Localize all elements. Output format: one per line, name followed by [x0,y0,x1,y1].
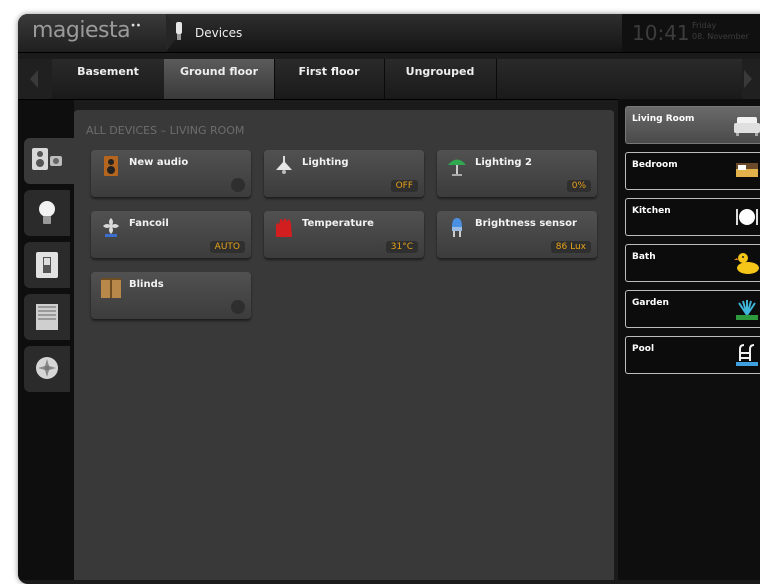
device-toggle[interactable] [231,300,245,314]
device-label: Lighting [302,157,349,168]
room-bedroom[interactable]: Bedroom [625,152,760,190]
category-blinds[interactable] [24,294,70,340]
device-status: OFF [390,180,418,192]
logo: magiesta•• [32,18,141,43]
fan-icon [103,218,119,237]
switch-icon [36,252,58,278]
room-garden[interactable]: Garden [625,290,760,328]
clock-day: Friday [692,21,717,30]
device-tile-fancoil[interactable]: Fancoil AUTO [91,211,251,258]
device-status: 0% [566,180,591,192]
room-bath[interactable]: Bath [625,244,760,282]
category-sidebar [18,100,74,580]
device-tile-temperature[interactable]: Temperature 31°C [264,211,424,258]
device-tile-blinds[interactable]: Blinds [91,272,251,319]
bulb-icon [39,201,55,224]
tab-first-floor[interactable]: First floor [274,59,385,99]
device-label: Lighting 2 [475,157,533,168]
plate-cutlery-icon [736,209,758,225]
device-tile-lighting-2[interactable]: Lighting 2 0% [437,150,597,197]
devices-panel: ALL DEVICES – LIVING ROOM New audio Ligh… [74,110,614,580]
top-bar: magiesta•• Devices 10:41 Friday 08. Nove… [18,14,760,53]
device-status: AUTO [209,241,245,253]
blinds-icon [101,278,121,298]
category-climate[interactable] [24,346,70,392]
heat-icon [276,218,292,237]
blinds-icon [36,304,58,330]
device-tile-lighting[interactable]: Lighting OFF [264,150,424,197]
room-label: Bath [632,252,656,262]
device-toggle[interactable] [231,178,245,192]
sofa-icon [734,117,760,136]
audio-lighting-icon [32,148,62,170]
device-tile-new-audio[interactable]: New audio [91,150,251,197]
room-label: Kitchen [632,206,671,216]
clock-date: 08. November [692,32,749,41]
ceiling-lamp-icon [276,156,292,174]
rubber-duck-icon [734,253,759,274]
tab-ground-floor[interactable]: Ground floor [164,59,275,99]
device-label: New audio [129,157,189,168]
bulb-icon [176,22,182,40]
room-pool[interactable]: Pool [625,336,760,374]
sprinkler-icon [736,300,758,320]
device-label: Blinds [129,279,164,290]
category-audio-lighting[interactable] [24,138,74,184]
room-label: Garden [632,298,669,308]
green-lamp-icon [448,159,466,176]
room-kitchen[interactable]: Kitchen [625,198,760,236]
app-window: magiesta•• Devices 10:41 Friday 08. Nove… [18,14,760,584]
pool-ladder-icon [736,344,758,366]
clock-panel: 10:41 Friday 08. November [622,14,760,52]
device-status: 31°C [385,241,418,253]
device-status: 86 Lux [550,241,591,253]
tab-basement[interactable]: Basement [52,59,165,99]
bed-icon [736,163,758,177]
category-lighting[interactable] [24,190,70,236]
page-title: Devices [195,26,243,40]
floor-tabs: Basement Ground floor First floor Ungrou… [18,59,760,100]
speaker-icon [104,156,118,176]
scroll-right-arrow-icon[interactable] [742,59,760,99]
panel-title: ALL DEVICES – LIVING ROOM [86,124,245,137]
device-tile-brightness-sensor[interactable]: Brightness sensor 86 Lux [437,211,597,258]
scroll-left-arrow-icon[interactable] [18,59,52,99]
device-label: Temperature [302,218,374,229]
room-living-room[interactable]: Living Room [625,106,760,144]
fan-icon [36,357,58,379]
category-switches[interactable] [24,242,70,288]
room-label: Bedroom [632,160,678,170]
device-label: Fancoil [129,218,169,229]
room-label: Pool [632,344,655,354]
device-label: Brightness sensor [475,218,577,229]
tab-ungrouped[interactable]: Ungrouped [384,59,497,99]
clock-time: 10:41 [632,21,690,45]
sensor-icon [452,218,462,237]
room-list: Living Room Bedroom Kitchen Bath Garden … [618,99,760,580]
logo-tab[interactable]: magiesta•• [18,14,180,52]
room-label: Living Room [632,114,695,124]
